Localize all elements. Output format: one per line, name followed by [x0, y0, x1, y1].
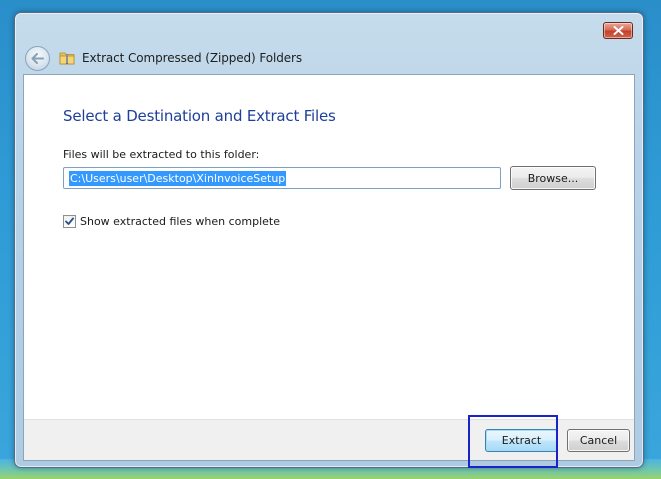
dialog-footer: Extract Cancel: [24, 419, 634, 460]
cancel-button[interactable]: Cancel: [567, 429, 630, 452]
show-files-label: Show extracted files when complete: [80, 215, 281, 228]
close-button[interactable]: [603, 22, 633, 39]
window-title: Extract Compressed (Zipped) Folders: [82, 51, 302, 65]
browse-button[interactable]: Browse...: [510, 166, 596, 190]
zip-folder-icon: [59, 50, 75, 66]
extract-dialog-window: Extract Compressed (Zipped) Folders Sele…: [14, 12, 644, 468]
checkmark-icon: [65, 217, 74, 225]
destination-path-input[interactable]: C:\Users\user\Desktop\XinInvoiceSetup: [63, 167, 501, 189]
content-pane: Select a Destination and Extract Files F…: [23, 74, 635, 461]
navigation-bar: Extract Compressed (Zipped) Folders: [25, 44, 302, 72]
show-files-option[interactable]: Show extracted files when complete: [63, 215, 280, 228]
page-heading: Select a Destination and Extract Files: [63, 107, 336, 125]
close-icon: [613, 26, 623, 35]
desktop: { "window": { "title": "Extract Compress…: [0, 0, 661, 479]
extract-button[interactable]: Extract: [485, 429, 558, 452]
destination-label: Files will be extracted to this folder:: [63, 148, 260, 161]
destination-path-value: C:\Users\user\Desktop\XinInvoiceSetup: [69, 170, 287, 186]
back-button[interactable]: [25, 45, 50, 71]
show-files-checkbox[interactable]: [63, 215, 76, 228]
back-arrow-icon: [31, 52, 44, 64]
